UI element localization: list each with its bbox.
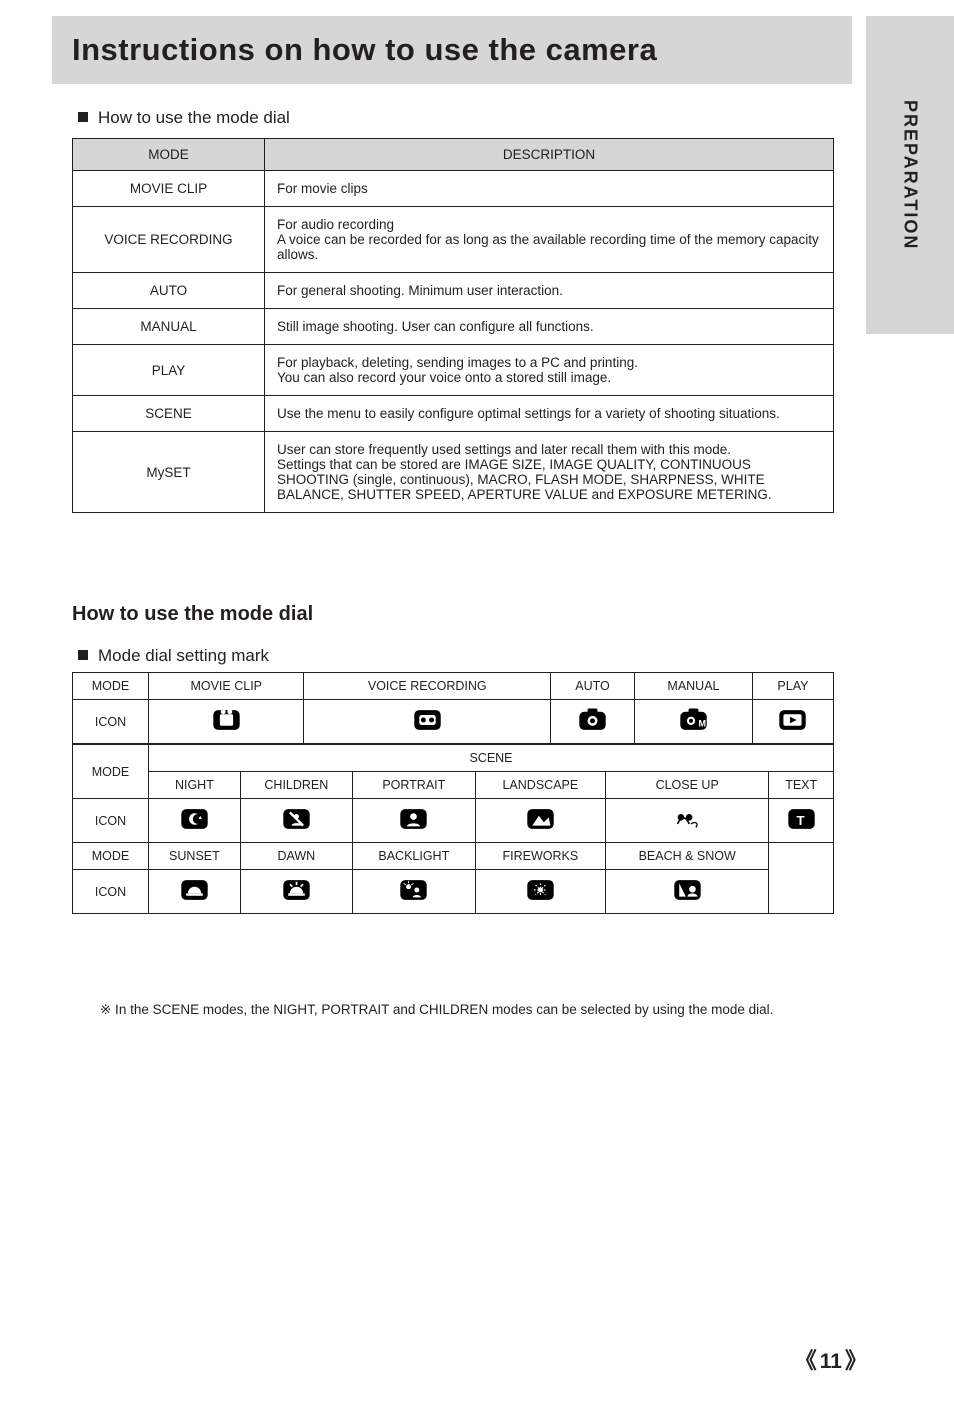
- manual-icon: M: [635, 700, 753, 744]
- play-icon: [752, 700, 833, 744]
- voice-icon: [304, 700, 551, 744]
- t2-c: MANUAL: [635, 673, 753, 700]
- page-title: Instructions on how to use the camera: [52, 16, 852, 84]
- t1-desc: For movie clips: [265, 171, 834, 207]
- page-number-value: 11: [820, 1350, 842, 1373]
- t1-h-mode: MODE: [73, 139, 265, 171]
- t2-lbl-mode2: MODE: [73, 745, 149, 799]
- t2-lbl-icon2: ICON: [73, 799, 149, 843]
- sc: TEXT: [769, 772, 834, 799]
- empty-cell: [769, 843, 834, 914]
- t1-mode: SCENE: [73, 396, 265, 432]
- children-icon: [240, 799, 352, 843]
- landscape-icon: [475, 799, 605, 843]
- sc2: BEACH & SNOW: [606, 843, 769, 870]
- sc2: BACKLIGHT: [352, 843, 475, 870]
- section-heading-1: How to use the mode dial: [78, 108, 290, 128]
- bullet-square: [78, 650, 88, 660]
- sc: CLOSE UP: [606, 772, 769, 799]
- t2-lbl-icon: ICON: [73, 700, 149, 744]
- t1-desc: User can store frequently used settings …: [265, 432, 834, 513]
- top-mode-table: MODE MOVIE CLIP VOICE RECORDING AUTO MAN…: [72, 672, 834, 744]
- t1-mode: PLAY: [73, 345, 265, 396]
- dawn-icon: [240, 870, 352, 914]
- t1-mode: MANUAL: [73, 309, 265, 345]
- sc: NIGHT: [149, 772, 241, 799]
- sunset-icon: [149, 870, 241, 914]
- closeup-icon: [606, 799, 769, 843]
- night-icon: [149, 799, 241, 843]
- t2-c: MOVIE CLIP: [149, 673, 304, 700]
- side-tab: PREPARATION: [866, 16, 954, 334]
- subhead: How to use the mode dial: [72, 603, 313, 626]
- heading-text: Mode dial setting mark: [98, 646, 269, 665]
- t2-lbl-icon3: ICON: [73, 870, 149, 914]
- t1-desc: For playback, deleting, sending images t…: [265, 345, 834, 396]
- section-heading-2: Mode dial setting mark: [78, 646, 269, 666]
- svg-text:M: M: [698, 719, 706, 729]
- text-icon: T: [769, 799, 834, 843]
- beach-snow-icon: [606, 870, 769, 914]
- sc2: FIREWORKS: [475, 843, 605, 870]
- heading-text: How to use the mode dial: [98, 108, 290, 127]
- t2-c: PLAY: [752, 673, 833, 700]
- t1-h-desc: DESCRIPTION: [265, 139, 834, 171]
- t1-desc: Use the menu to easily configure optimal…: [265, 396, 834, 432]
- t1-desc: For general shooting. Minimum user inter…: [265, 273, 834, 309]
- t2-lbl-mode: MODE: [73, 673, 149, 700]
- movie-icon: [149, 700, 304, 744]
- auto-icon: [551, 700, 635, 744]
- svg-text:T: T: [796, 813, 804, 828]
- scene-note: ※ In the SCENE modes, the NIGHT, PORTRAI…: [100, 1000, 773, 1020]
- t1-desc: For audio recordingA voice can be record…: [265, 207, 834, 273]
- sc: CHILDREN: [240, 772, 352, 799]
- t2-lbl-mode3: MODE: [73, 843, 149, 870]
- sc: PORTRAIT: [352, 772, 475, 799]
- page-number: 《11》: [792, 1343, 870, 1375]
- scene-span: SCENE: [149, 745, 834, 772]
- sc2: SUNSET: [149, 843, 241, 870]
- fireworks-icon: [475, 870, 605, 914]
- t1-mode: MOVIE CLIP: [73, 171, 265, 207]
- portrait-icon: [352, 799, 475, 843]
- sc: LANDSCAPE: [475, 772, 605, 799]
- bullet-square: [78, 112, 88, 122]
- mode-icon-tables: MODE MOVIE CLIP VOICE RECORDING AUTO MAN…: [72, 672, 834, 914]
- backlight-icon: [352, 870, 475, 914]
- t1-desc: Still image shooting. User can configure…: [265, 309, 834, 345]
- t2-c: AUTO: [551, 673, 635, 700]
- t1-mode: AUTO: [73, 273, 265, 309]
- t2-c: VOICE RECORDING: [304, 673, 551, 700]
- t1-mode: VOICE RECORDING: [73, 207, 265, 273]
- mode-dial-table: MODE DESCRIPTION MOVIE CLIPFor movie cli…: [72, 138, 834, 513]
- t1-mode: MySET: [73, 432, 265, 513]
- scene-table: MODE SCENE NIGHT CHILDREN PORTRAIT LANDS…: [72, 744, 834, 914]
- sc2: DAWN: [240, 843, 352, 870]
